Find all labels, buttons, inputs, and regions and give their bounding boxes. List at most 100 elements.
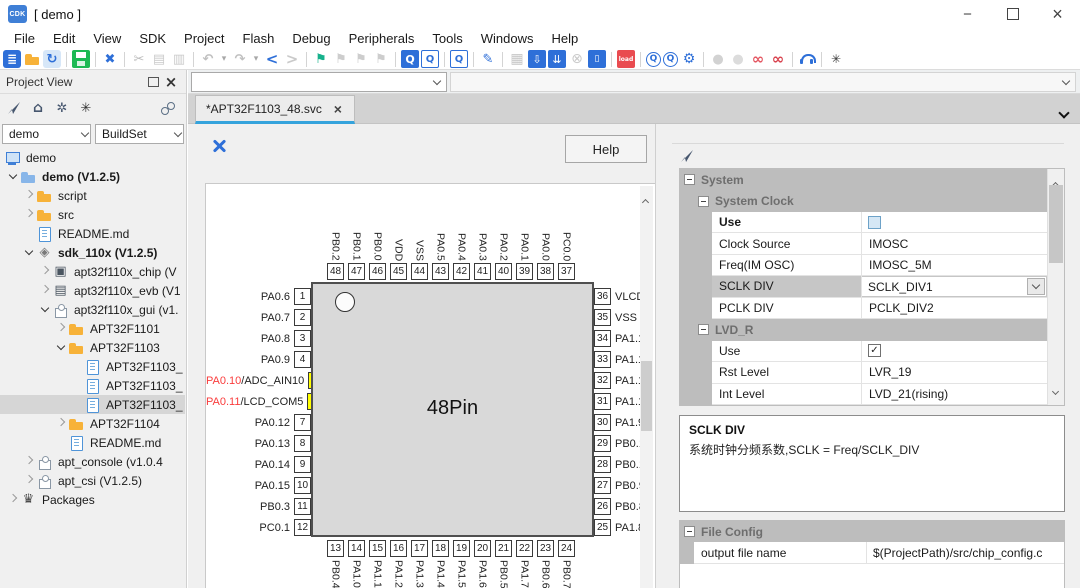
refresh-button[interactable]: [43, 49, 61, 69]
home-button[interactable]: [29, 99, 47, 117]
pin-number-box[interactable]: 35: [594, 309, 611, 326]
redo-button[interactable]: [231, 49, 249, 69]
config-value-cell[interactable]: $(ProjectPath)/src/chip_config.c: [867, 542, 1064, 564]
maximize-button[interactable]: [990, 0, 1035, 28]
pin-number-box[interactable]: 17: [411, 540, 428, 557]
bookmark-next-button[interactable]: [352, 49, 370, 69]
tree-item[interactable]: APT32F1103_: [0, 357, 185, 376]
tree-item[interactable]: demo (V1.2.5): [0, 167, 185, 186]
tree-item[interactable]: README.md: [0, 433, 185, 452]
scroll-up-icon[interactable]: [643, 192, 648, 210]
expand-arrow-icon[interactable]: [22, 473, 36, 489]
property-row[interactable]: Use: [680, 212, 1047, 233]
symbol-search-button[interactable]: [479, 49, 497, 69]
open-folder-button[interactable]: [23, 49, 41, 69]
menu-item[interactable]: Tools: [423, 31, 471, 46]
connect-alt-button[interactable]: [729, 49, 747, 69]
expand-arrow-icon[interactable]: [54, 340, 68, 356]
menu-item[interactable]: Debug: [283, 31, 339, 46]
find-in-document-button[interactable]: [421, 49, 439, 69]
pin-number-box[interactable]: 7: [294, 414, 311, 431]
expand-arrow-icon[interactable]: [38, 283, 52, 299]
scroll-down-icon[interactable]: [1053, 381, 1058, 399]
tab-apt32f1103-48-svc[interactable]: *APT32F1103_48.svc: [195, 95, 355, 124]
redo-dropdown-button[interactable]: [251, 49, 261, 69]
locate-button[interactable]: [5, 99, 23, 117]
pin-number-box[interactable]: 28: [594, 456, 611, 473]
tree-item[interactable]: APT32F1103_: [0, 395, 185, 414]
tab-close-icon[interactable]: [332, 103, 344, 115]
property-row[interactable]: Rst Level LVR_19: [680, 362, 1047, 383]
property-row[interactable]: Clock Source IMOSC: [680, 233, 1047, 254]
expand-arrow-icon[interactable]: [54, 321, 68, 337]
menu-item[interactable]: Project: [175, 31, 233, 46]
property-value-cell[interactable]: IMOSC_5M: [862, 255, 1047, 276]
locate-button[interactable]: [678, 147, 696, 170]
property-checkbox[interactable]: [868, 216, 881, 229]
property-value-cell[interactable]: IMOSC: [862, 233, 1047, 254]
tree-item[interactable]: APT32F1103_: [0, 376, 185, 395]
property-checkbox[interactable]: [868, 344, 881, 357]
expand-arrow-icon[interactable]: [6, 169, 20, 185]
project-combobox[interactable]: demo: [2, 124, 91, 144]
menu-item[interactable]: Help: [543, 31, 588, 46]
close-panel-icon[interactable]: [162, 73, 180, 91]
expand-arrow-icon[interactable]: [22, 454, 36, 470]
paste-button[interactable]: [170, 49, 188, 69]
property-row[interactable]: System: [680, 169, 1047, 190]
pin-number-box[interactable]: 20: [474, 540, 491, 557]
pin-number-box[interactable]: 48: [327, 263, 344, 280]
undo-dropdown-button[interactable]: [219, 49, 229, 69]
pin-number-box[interactable]: 11: [294, 498, 311, 515]
property-grid-scrollbar[interactable]: [1047, 169, 1064, 405]
pin-number-box[interactable]: 21: [495, 540, 512, 557]
pin-number-box[interactable]: 36: [594, 288, 611, 305]
pin-number-box[interactable]: 3: [294, 330, 311, 347]
tree-item[interactable]: Packages: [0, 490, 185, 509]
pin-number-box[interactable]: 19: [453, 540, 470, 557]
package-remove-button[interactable]: [588, 49, 606, 69]
pin-number-box[interactable]: 47: [348, 263, 365, 280]
pin-number-box[interactable]: 22: [516, 540, 533, 557]
collapse-icon[interactable]: [684, 174, 695, 185]
tree-item[interactable]: src: [0, 205, 185, 224]
right-combobox[interactable]: [450, 72, 1076, 92]
connect-button[interactable]: [709, 49, 727, 69]
menu-item[interactable]: SDK: [130, 31, 175, 46]
pin-number-box[interactable]: 41: [474, 263, 491, 280]
pin-number-box[interactable]: 8: [294, 435, 311, 452]
pin-number-box[interactable]: 14: [348, 540, 365, 557]
menu-item[interactable]: File: [5, 31, 44, 46]
property-row[interactable]: Freq(IM OSC) IMOSC_5M: [680, 255, 1047, 276]
pin-number-box[interactable]: 24: [558, 540, 575, 557]
property-group-header[interactable]: System Clock: [680, 190, 1047, 211]
link-break-button[interactable]: [769, 49, 787, 69]
menu-item[interactable]: View: [84, 31, 130, 46]
property-row[interactable]: Int Level LVD_21(rising): [680, 384, 1047, 405]
find-in-files-button[interactable]: [450, 49, 468, 69]
debug-hunt-button[interactable]: [827, 49, 845, 69]
bookmark-toggle-button[interactable]: [312, 49, 330, 69]
pin-number-box[interactable]: 1: [294, 288, 311, 305]
package-install-all-button[interactable]: [548, 49, 566, 69]
property-row[interactable]: Use: [680, 341, 1047, 362]
pin-number-box[interactable]: 15: [369, 540, 386, 557]
help-button[interactable]: Help: [565, 135, 647, 163]
chip-view-scrollbar[interactable]: [640, 186, 653, 588]
pin-number-box[interactable]: 40: [495, 263, 512, 280]
bookmark-prev-button[interactable]: [332, 49, 350, 69]
property-value-cell[interactable]: [862, 341, 1047, 362]
pin-number-box[interactable]: 30: [594, 414, 611, 431]
package-install-button[interactable]: [528, 49, 546, 69]
tree-item[interactable]: sdk_110x (V1.2.5): [0, 243, 185, 262]
buildset-combobox[interactable]: BuildSet: [95, 124, 184, 144]
tree-item[interactable]: APT32F1104: [0, 414, 185, 433]
collapse-icon[interactable]: [698, 196, 709, 207]
tree-item[interactable]: APT32F1101: [0, 319, 185, 338]
pin-number-box[interactable]: 39: [516, 263, 533, 280]
property-value-cell[interactable]: PCLK_DIV2: [862, 298, 1047, 319]
undo-button[interactable]: [199, 49, 217, 69]
save-button[interactable]: [72, 49, 90, 69]
pin-number-box[interactable]: 4: [294, 351, 311, 368]
pin-number-box[interactable]: 23: [537, 540, 554, 557]
